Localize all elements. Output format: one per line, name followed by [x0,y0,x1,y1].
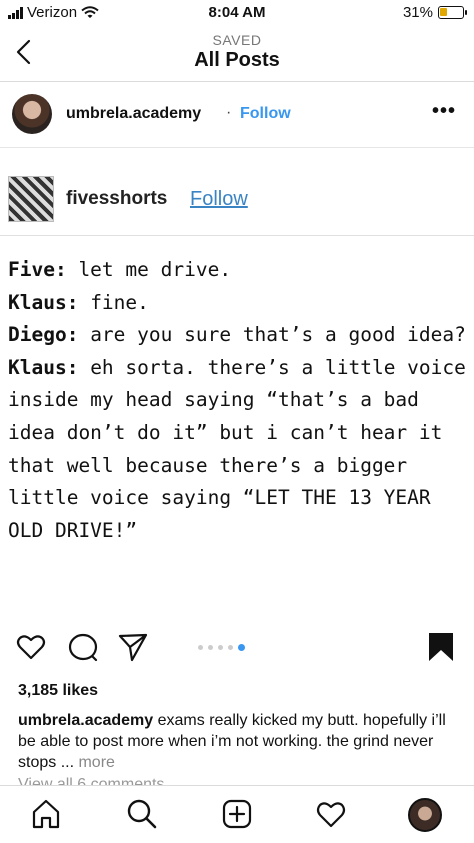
dialogue-line: Klaus: eh sorta. there’s a little voice … [8,352,468,548]
profile-avatar[interactable] [408,798,442,832]
caption-more-link[interactable]: more [78,754,114,771]
carousel-dot [228,645,233,650]
post-image[interactable]: fivesshorts Follow Five: let me drive. K… [0,148,474,618]
line-text: fine. [78,290,149,314]
embedded-follow-text: Follow [190,188,248,210]
speaker-name: Five: [8,258,67,281]
share-icon[interactable] [118,632,148,662]
action-bar [0,630,474,670]
view-comments-link[interactable]: View all 6 comments [18,776,164,785]
battery-percent: 31% [402,4,433,21]
status-bar: Verizon 8:04 AM 31% [0,0,474,26]
speaker-name: Klaus: [8,355,79,379]
caption-username[interactable]: umbrela.academy [18,712,153,729]
speaker-name: Klaus: [8,290,79,314]
carousel-indicator [198,644,245,651]
carousel-dot [198,645,203,650]
heart-icon[interactable] [16,632,46,662]
carousel-dot [208,645,213,650]
add-post-icon[interactable] [221,798,253,830]
line-text: are you sure that’s a good idea? [78,323,466,347]
carousel-dot-active [238,644,245,651]
activity-heart-icon[interactable] [315,798,347,830]
line-text: let me drive. [66,258,232,281]
embedded-username: fivesshorts [66,188,168,209]
dialogue-line: Five: let me drive. [8,254,468,287]
nav-subtitle: SAVED [212,32,262,48]
post-username[interactable]: umbrela.academy [66,105,201,123]
navigation-bar: SAVED All Posts [0,26,474,82]
caption: umbrela.academy exams really kicked my b… [18,710,458,773]
battery-group: 31% [402,4,467,21]
separator: · [226,104,232,121]
post-header: umbrela.academy · Follow ••• [0,82,474,148]
comment-icon[interactable] [68,632,98,662]
home-icon[interactable] [30,798,62,830]
tab-bar [0,785,474,843]
dialogue-text: Five: let me drive. Klaus: fine. Diego: … [8,254,468,547]
embedded-avatar [8,176,54,222]
speaker-name: Diego: [8,323,79,347]
bookmark-icon[interactable] [428,632,454,662]
dialogue-line: Klaus: fine. [8,287,468,320]
more-options-icon[interactable]: ••• [432,100,456,123]
like-count[interactable]: 3,185 likes [18,682,98,700]
battery-level [440,8,447,16]
carousel-dot [218,645,223,650]
follow-button[interactable]: Follow [240,105,291,123]
avatar[interactable] [12,94,52,134]
line-text: eh sorta. there’s a little voice inside … [8,355,466,542]
dialogue-line: Diego: are you sure that’s a good idea? [8,319,468,352]
page-title: All Posts [194,49,280,71]
battery-icon [438,6,467,19]
search-icon[interactable] [126,798,158,830]
embedded-post-header: fivesshorts Follow [0,148,474,236]
